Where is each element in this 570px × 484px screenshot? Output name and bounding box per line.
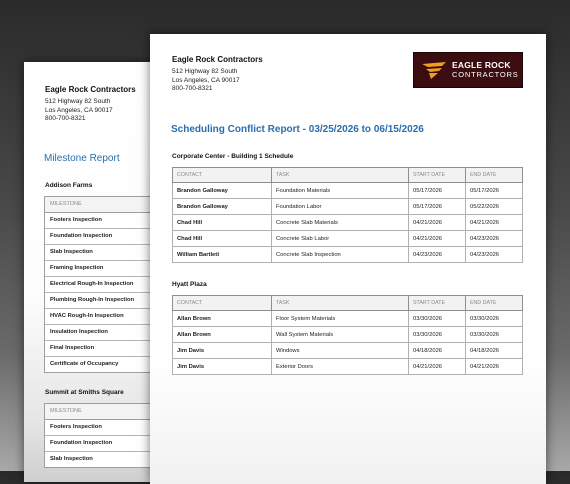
table-header-row: CONTACT TASK START DATE END DATE xyxy=(172,295,523,311)
section-title: Addison Farms xyxy=(45,182,93,189)
address-line-1: 512 Highway 82 South xyxy=(45,98,111,105)
section-title: Summit at Smiths Square xyxy=(45,389,124,396)
start-date-cell: 05/17/2026 xyxy=(408,198,466,215)
schedule-table: CONTACT TASK START DATE END DATE Allan B… xyxy=(172,295,523,375)
task-cell: Exterior Doors xyxy=(271,358,409,375)
table-row: Chad Hill Concrete Slab Labor 04/21/2026… xyxy=(172,230,523,247)
contact-cell: Allan Brown xyxy=(172,326,272,343)
column-header-contact: CONTACT xyxy=(172,295,272,311)
contact-cell: Allan Brown xyxy=(172,310,272,327)
address-line-2: Los Angeles, CA 90017 xyxy=(45,106,113,114)
task-cell: Concrete Slab Inspection xyxy=(271,246,409,263)
task-cell: Concrete Slab Labor xyxy=(271,230,409,247)
table-row: Brandon Galloway Foundation Labor 05/17/… xyxy=(172,198,523,215)
table-row: William Bartlett Concrete Slab Inspectio… xyxy=(172,246,523,263)
start-date-cell: 04/21/2026 xyxy=(408,358,466,375)
end-date-cell: 04/21/2026 xyxy=(465,358,523,375)
column-header-task: TASK xyxy=(271,167,409,183)
table-row: Jim Davis Exterior Doors 04/21/2026 04/2… xyxy=(172,358,523,375)
section-title: Hyatt Plaza xyxy=(172,281,207,288)
end-date-cell: 05/17/2026 xyxy=(465,182,523,199)
section-title: Corporate Center - Building 1 Schedule xyxy=(172,153,294,160)
logo-line-2: CONTRACTORS xyxy=(452,70,519,79)
back-company-header: Eagle Rock Contractors 512 Highway 82 So… xyxy=(45,85,136,124)
scheduling-conflict-report-page: Eagle Rock Contractors 512 Highway 82 So… xyxy=(150,34,546,484)
table-row: Allan Brown Floor System Materials 03/30… xyxy=(172,310,523,327)
task-cell: Windows xyxy=(271,342,409,359)
front-company-header: Eagle Rock Contractors 512 Highway 82 So… xyxy=(172,55,263,94)
end-date-cell: 04/23/2026 xyxy=(465,246,523,263)
logo-line-1: EAGLE ROCK xyxy=(452,60,511,70)
task-cell: Foundation Labor xyxy=(271,198,409,215)
end-date-cell: 03/30/2026 xyxy=(465,326,523,343)
start-date-cell: 03/30/2026 xyxy=(408,326,466,343)
eagle-logo-icon xyxy=(422,62,446,79)
contact-cell: Chad Hill xyxy=(172,214,272,231)
address-line-2: Los Angeles, CA 90017 xyxy=(172,76,240,84)
start-date-cell: 05/17/2026 xyxy=(408,182,466,199)
logo-text: EAGLE ROCK CONTRACTORS xyxy=(452,60,519,80)
end-date-cell: 03/30/2026 xyxy=(465,310,523,327)
column-header-end-date: END DATE xyxy=(465,295,523,311)
contact-cell: William Bartlett xyxy=(172,246,272,263)
end-date-cell: 04/21/2026 xyxy=(465,214,523,231)
end-date-cell: 05/22/2026 xyxy=(465,198,523,215)
start-date-cell: 04/18/2026 xyxy=(408,342,466,359)
company-name: Eagle Rock Contractors xyxy=(45,85,136,94)
column-header-contact: CONTACT xyxy=(172,167,272,183)
company-address: 512 Highway 82 South Los Angeles, CA 900… xyxy=(172,68,263,94)
task-cell: Concrete Slab Materials xyxy=(271,214,409,231)
start-date-cell: 04/23/2026 xyxy=(408,246,466,263)
table-row: Jim Davis Windows 04/18/2026 04/18/2026 xyxy=(172,342,523,359)
table-header-row: CONTACT TASK START DATE END DATE xyxy=(172,167,523,183)
contact-cell: Jim Davis xyxy=(172,342,272,359)
report-title: Scheduling Conflict Report - 03/25/2026 … xyxy=(171,124,424,135)
task-cell: Foundation Materials xyxy=(271,182,409,199)
company-address: 512 Highway 82 South Los Angeles, CA 900… xyxy=(45,98,136,124)
contact-cell: Brandon Galloway xyxy=(172,182,272,199)
table-row: Brandon Galloway Foundation Materials 05… xyxy=(172,182,523,199)
end-date-cell: 04/18/2026 xyxy=(465,342,523,359)
column-header-task: TASK xyxy=(271,295,409,311)
column-header-start-date: START DATE xyxy=(408,167,466,183)
company-logo: EAGLE ROCK CONTRACTORS xyxy=(413,52,523,88)
phone-number: 800-700-8321 xyxy=(45,115,86,122)
schedule-table: CONTACT TASK START DATE END DATE Brandon… xyxy=(172,167,523,263)
table-row: Chad Hill Concrete Slab Materials 04/21/… xyxy=(172,214,523,231)
start-date-cell: 04/21/2026 xyxy=(408,230,466,247)
contact-cell: Jim Davis xyxy=(172,358,272,375)
column-header-end-date: END DATE xyxy=(465,167,523,183)
table-row: Allan Brown Wall System Materials 03/30/… xyxy=(172,326,523,343)
column-header-start-date: START DATE xyxy=(408,295,466,311)
start-date-cell: 04/21/2026 xyxy=(408,214,466,231)
end-date-cell: 04/23/2026 xyxy=(465,230,523,247)
phone-number: 800-700-8321 xyxy=(172,85,213,92)
task-cell: Floor System Materials xyxy=(271,310,409,327)
address-line-1: 512 Highway 82 South xyxy=(172,68,238,75)
report-title: Milestone Report xyxy=(44,153,120,164)
task-cell: Wall System Materials xyxy=(271,326,409,343)
contact-cell: Brandon Galloway xyxy=(172,198,272,215)
company-name: Eagle Rock Contractors xyxy=(172,55,263,64)
contact-cell: Chad Hill xyxy=(172,230,272,247)
start-date-cell: 03/30/2026 xyxy=(408,310,466,327)
